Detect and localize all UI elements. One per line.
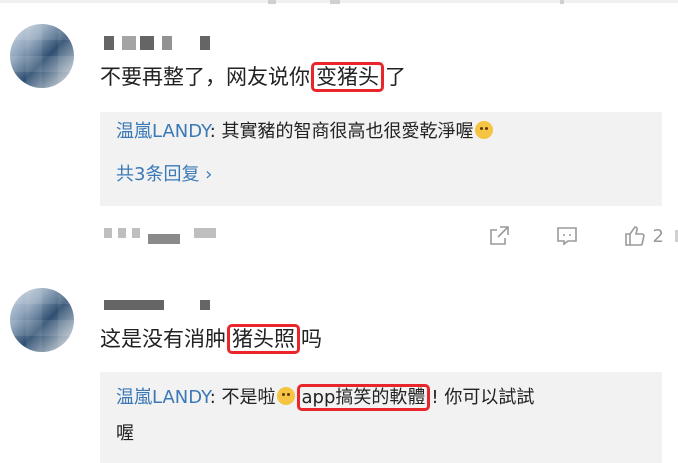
timestamp-blurred xyxy=(104,228,224,244)
comment-text-after: 了 xyxy=(385,65,406,89)
reply-line: 温嵐LANDY: 不是啦 app搞笑的軟體! 你可以試試 xyxy=(116,384,534,412)
reply-separator: : xyxy=(209,387,222,408)
reply-username-link[interactable]: 温嵐LANDY xyxy=(116,387,210,408)
comment-button[interactable] xyxy=(555,224,579,248)
share-icon xyxy=(489,226,509,245)
avatar[interactable] xyxy=(10,288,74,352)
rofl-emoji-icon xyxy=(276,387,295,405)
reply-box[interactable]: 温嵐LANDY: 其實豬的智商很高也很愛乾淨喔 共3条回复 › xyxy=(100,112,662,206)
comment-actions: 2 xyxy=(487,222,664,250)
comment-text: 这是没有消肿 猪头照吗 xyxy=(100,324,322,354)
reply-line-2: 喔 xyxy=(116,423,134,444)
like-button[interactable]: 2 xyxy=(623,224,664,248)
comment-text-after: 吗 xyxy=(301,327,322,351)
reply-line: 温嵐LANDY: 其實豬的智商很高也很愛乾淨喔 xyxy=(116,118,494,146)
more-replies-link[interactable]: 共3条回复 › xyxy=(116,160,212,186)
comment-text: 不要再整了，网友说你 变猪头了 xyxy=(100,62,406,92)
comment-item: 这是没有消肿 猪头照吗 温嵐LANDY: 不是啦 app搞笑的軟體! 你可以試試 喔 xyxy=(0,260,678,463)
highlighted-phrase: 变猪头 xyxy=(311,62,384,92)
comment-text-before: 这是没有消肿 xyxy=(100,327,226,351)
comment-text-before: 不要再整了，网友说你 xyxy=(100,65,310,89)
comment-item: 不要再整了，网友说你 变猪头了 温嵐LANDY: 其實豬的智商很高也很愛乾淨喔 共… xyxy=(0,0,678,260)
thumbs-up-icon xyxy=(624,226,645,246)
like-count: 2 xyxy=(652,225,664,247)
reply-box[interactable]: 温嵐LANDY: 不是啦 app搞笑的軟體! 你可以試試 喔 xyxy=(100,372,662,463)
reply-separator: : xyxy=(209,121,222,142)
reply-text: 其實豬的智商很高也很愛乾淨喔 xyxy=(221,121,474,142)
highlighted-phrase: 猪头照 xyxy=(227,324,300,354)
highlighted-phrase: app搞笑的軟體 xyxy=(296,384,431,411)
username-blurred[interactable] xyxy=(104,36,214,50)
reply-username-link[interactable]: 温嵐LANDY xyxy=(116,121,210,142)
share-button[interactable] xyxy=(487,224,511,248)
comment-icon xyxy=(556,227,577,246)
reply-text: 不是啦 xyxy=(221,387,276,408)
avatar[interactable] xyxy=(10,24,74,88)
username-blurred[interactable] xyxy=(104,298,214,312)
reply-text-after: ! 你可以試試 xyxy=(431,387,535,408)
grinning-sweat-emoji-icon xyxy=(474,121,493,139)
